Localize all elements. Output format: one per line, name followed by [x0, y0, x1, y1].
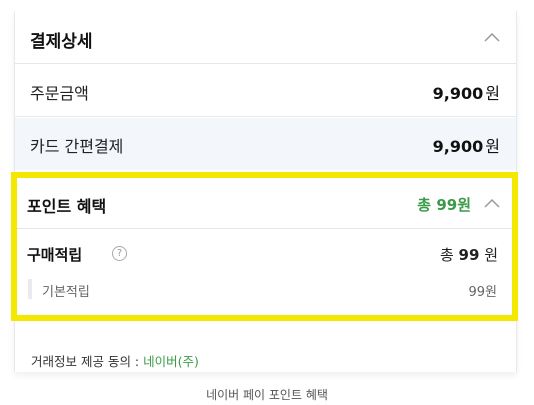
order-amount-unit: 원 [485, 84, 500, 103]
card-payment-value: 9,900 원 [433, 133, 500, 157]
consent-company-link[interactable]: 네이버(주) [143, 354, 199, 369]
sub-item-indicator [28, 279, 32, 299]
payment-detail-title: 결제상세 [30, 32, 93, 52]
chevron-up-icon[interactable] [484, 198, 500, 208]
purchase-points-unit: 원 [484, 246, 498, 264]
consent-label: 거래정보 제공 동의 : [31, 354, 144, 369]
purchase-points-number: 99 [458, 246, 480, 264]
order-amount-label: 주문금액 [30, 84, 89, 103]
points-benefit-title: 포인트 혜택 [27, 197, 107, 216]
purchase-points-prefix: 총 [439, 246, 454, 264]
basic-points-label: 기본적립 [42, 285, 90, 300]
transaction-consent: 거래정보 제공 동의 : 네이버(주) [31, 351, 199, 370]
card-payment-number: 9,900 [432, 137, 484, 156]
card-payment-label: 카드 간편결제 [30, 137, 124, 156]
chevron-up-icon[interactable] [484, 32, 500, 42]
basic-points-value: 99원 [468, 285, 497, 300]
purchase-points-label: 구매적립 [27, 246, 83, 264]
question-circle-icon[interactable]: ? [112, 246, 127, 261]
points-total: 총 99원 [417, 196, 471, 214]
purchase-points-value: 총 99 원 [440, 244, 498, 265]
points-benefit-section: 포인트 혜택 총 99원 구매적립 ? 총 99 원 기본적립 99원 [11, 172, 518, 321]
image-caption: 네이버 페이 포인트 혜택 [206, 388, 328, 402]
points-benefit-header[interactable]: 포인트 혜택 총 99원 [17, 178, 512, 229]
order-amount-value: 9,900 원 [433, 80, 500, 104]
order-amount-number: 9,900 [432, 84, 484, 103]
card-payment-row: 카드 간편결제 9,900 원 [15, 118, 516, 170]
card-payment-unit: 원 [485, 137, 500, 156]
order-amount-row: 주문금액 9,900 원 [15, 65, 516, 117]
payment-detail-header[interactable]: 결제상세 [15, 11, 516, 64]
